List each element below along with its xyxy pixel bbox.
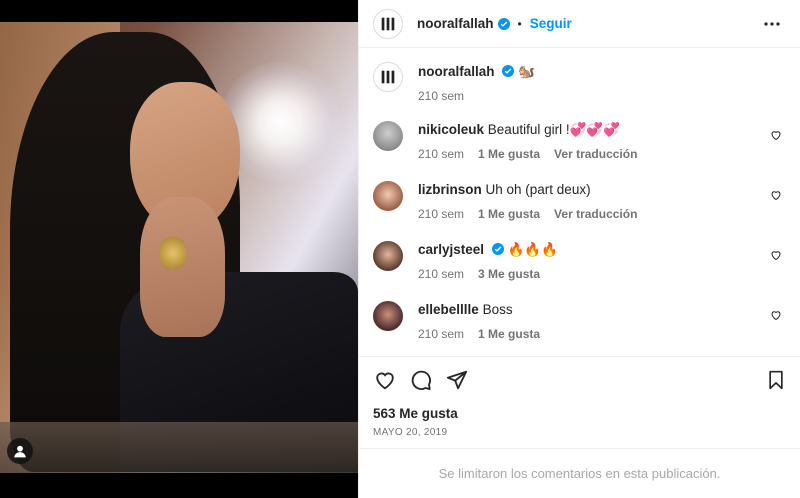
separator-dot: • <box>517 16 522 31</box>
comment-time[interactable]: 210 sem <box>418 147 464 161</box>
verified-badge-icon <box>497 17 510 30</box>
like-count[interactable]: 563 Me gusta <box>359 406 800 421</box>
post-actions-bar <box>359 356 800 402</box>
comment-like-heart-icon[interactable] <box>770 309 782 321</box>
comments-limited-notice: Se limitaron los comentarios en esta pub… <box>359 448 800 498</box>
comment-item: ellebelllle Boss 210 sem 1 Me gusta <box>373 301 784 341</box>
comment-text: Uh oh (part deux) <box>485 182 591 197</box>
caption-text: 🐿️ <box>518 64 535 79</box>
author-avatar[interactable] <box>373 8 403 39</box>
caption-username[interactable]: nooralfallah <box>418 64 495 79</box>
bookmark-icon[interactable] <box>764 368 788 392</box>
comment-time[interactable]: 210 sem <box>418 267 464 281</box>
commenter-avatar[interactable] <box>373 241 403 271</box>
see-translation-link[interactable]: Ver traducción <box>554 207 637 221</box>
comment-username[interactable]: carlyjsteel <box>418 242 484 257</box>
caption: nooralfallah 🐿️ 210 sem <box>373 62 784 103</box>
post-header: nooralfallah • Seguir <box>359 0 800 48</box>
comment-like-heart-icon[interactable] <box>770 189 782 201</box>
follow-button[interactable]: Seguir <box>530 16 572 31</box>
comment-likes[interactable]: 1 Me gusta <box>478 147 540 161</box>
see-translation-link[interactable]: Ver traducción <box>554 147 637 161</box>
author-username[interactable]: nooralfallah <box>417 16 494 31</box>
comment-like-heart-icon[interactable] <box>770 129 782 141</box>
heart-icon[interactable] <box>373 368 397 392</box>
user-tag-icon[interactable] <box>7 438 33 464</box>
comment-username[interactable]: nikicoleuk <box>418 122 484 137</box>
author-avatar[interactable] <box>373 62 403 92</box>
comment-item: carlyjsteel 🔥🔥🔥 210 sem 3 Me gusta <box>373 241 784 281</box>
post-modal: nooralfallah • Seguir nooralfallah 🐿️ 21… <box>0 0 800 498</box>
commenter-avatar[interactable] <box>373 121 403 151</box>
comment-text: Boss <box>482 302 513 317</box>
comments-list: nooralfallah 🐿️ 210 sem nikicoleuk Beaut… <box>359 48 800 356</box>
post-media <box>0 0 358 498</box>
comment-text: 🔥🔥🔥 <box>507 242 559 257</box>
comment-item: nikicoleuk Beautiful girl !💞💞💞 210 sem 1… <box>373 121 784 161</box>
comment-username[interactable]: ellebelllle <box>418 302 479 317</box>
comment-item: lizbrinson Uh oh (part deux) 210 sem 1 M… <box>373 181 784 221</box>
share-icon[interactable] <box>445 368 469 392</box>
comment-username[interactable]: lizbrinson <box>418 182 482 197</box>
comment-text: Beautiful girl !💞💞💞 <box>487 122 621 137</box>
comment-likes[interactable]: 1 Me gusta <box>478 207 540 221</box>
comment-likes[interactable]: 1 Me gusta <box>478 327 540 341</box>
post-photo[interactable] <box>0 22 358 473</box>
comment-icon[interactable] <box>409 368 433 392</box>
caption-time[interactable]: 210 sem <box>418 89 464 103</box>
post-date[interactable]: MAYO 20, 2019 <box>359 427 800 438</box>
commenter-avatar[interactable] <box>373 181 403 211</box>
comment-time[interactable]: 210 sem <box>418 207 464 221</box>
comment-likes[interactable]: 3 Me gusta <box>478 267 540 281</box>
verified-badge-icon <box>491 243 504 255</box>
comment-time[interactable]: 210 sem <box>418 327 464 341</box>
verified-badge-icon <box>502 65 515 77</box>
comment-like-heart-icon[interactable] <box>770 249 782 261</box>
more-options-icon[interactable] <box>760 12 784 36</box>
post-side-panel: nooralfallah • Seguir nooralfallah 🐿️ 21… <box>358 0 800 498</box>
commenter-avatar[interactable] <box>373 301 403 331</box>
